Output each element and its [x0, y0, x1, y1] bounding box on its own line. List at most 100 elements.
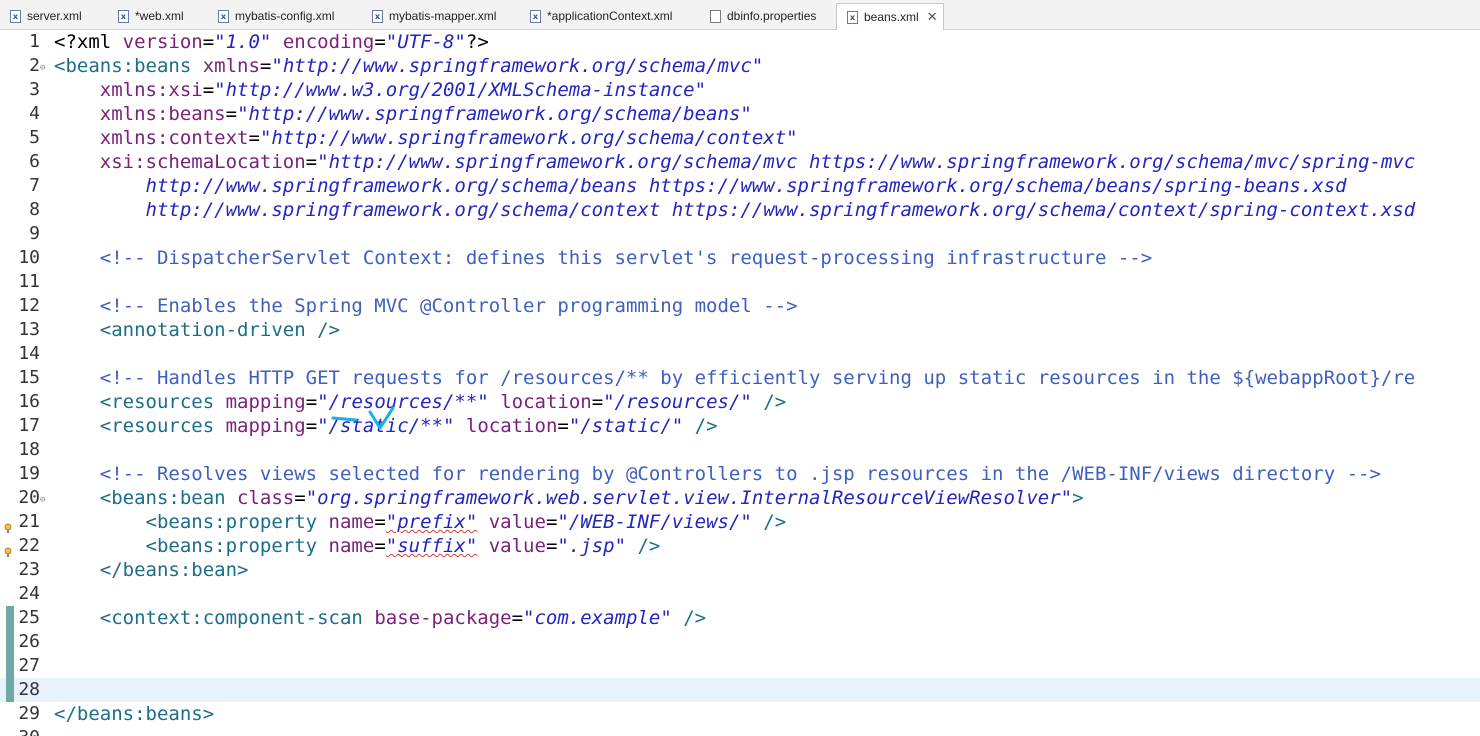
- xml-file-icon: x: [218, 9, 229, 23]
- code-line[interactable]: 2 ⊖ <beans:beans xmlns="http://www.springf…: [0, 54, 1480, 78]
- lightbulb-warning-icon[interactable]: [4, 539, 12, 557]
- line-number: 3: [29, 79, 40, 100]
- code-text: </beans:beans>: [54, 703, 215, 725]
- code-text: <!-- Resolves views selected for renderi…: [99, 463, 1381, 485]
- tab-label: beans.xml: [864, 10, 919, 24]
- code-line[interactable]: 11: [0, 270, 1480, 294]
- lightbulb-warning-icon[interactable]: [4, 515, 12, 533]
- tab-server-xml[interactable]: x server.xml: [0, 3, 108, 29]
- tab-label: mybatis-mapper.xml: [389, 9, 497, 23]
- line-number: 19: [18, 463, 40, 484]
- code-line[interactable]: 16 <resources mapping="/resources/**" lo…: [0, 390, 1480, 414]
- tab-label: dbinfo.properties: [727, 9, 817, 23]
- code-line[interactable]: 19 <!-- Resolves views selected for rend…: [0, 462, 1480, 486]
- line-number: 23: [18, 559, 40, 580]
- tab-label: *web.xml: [135, 9, 184, 23]
- line-number: 29: [18, 703, 40, 724]
- tab-applicationcontext-xml[interactable]: x *applicationContext.xml: [520, 3, 700, 29]
- code-text: http://www.springframework.org/schema/be…: [54, 175, 1347, 197]
- code-line[interactable]: 29 </beans:beans>: [0, 702, 1480, 726]
- code-editor[interactable]: 1 <?xml version="1.0" encoding="UTF-8"?> 2…: [0, 30, 1480, 736]
- code-text: <context:component-scan base-package="co…: [99, 607, 707, 629]
- fold-collapse-icon[interactable]: ⊖: [40, 488, 45, 512]
- code-line[interactable]: 20 ⊖ <beans:bean class="org.springframewo…: [0, 486, 1480, 510]
- code-line[interactable]: 3 xmlns:xsi="http://www.w3.org/2001/XMLS…: [0, 78, 1480, 102]
- code-text: http://www.springframework.org/schema/co…: [54, 199, 1416, 221]
- code-line[interactable]: 7 http://www.springframework.org/schema/…: [0, 174, 1480, 198]
- code-text: <beans:property name="prefix" value="/WE…: [145, 511, 787, 533]
- xml-file-icon: x: [118, 9, 129, 23]
- code-text: <beans:beans xmlns="http://www.springfra…: [54, 55, 764, 77]
- spring-xml-file-icon: x: [847, 10, 858, 24]
- code-text: xsi:schemaLocation="http://www.springfra…: [99, 151, 1416, 173]
- code-line[interactable]: 25 <context:component-scan base-package=…: [0, 606, 1480, 630]
- line-number: 20: [18, 487, 40, 508]
- line-number: 15: [18, 367, 40, 388]
- line-number: 9: [29, 223, 40, 244]
- line-number: 7: [29, 175, 40, 196]
- tab-label: mybatis-config.xml: [235, 9, 335, 23]
- code-text: <!-- Enables the Spring MVC @Controller …: [99, 295, 798, 317]
- line-number: 4: [29, 103, 40, 124]
- code-text: <!-- Handles HTTP GET requests for /reso…: [99, 367, 1416, 389]
- line-number: 18: [18, 439, 40, 460]
- tab-label: *applicationContext.xml: [547, 9, 673, 23]
- code-text: <annotation-driven />: [99, 319, 340, 341]
- tab-dbinfo-properties[interactable]: dbinfo.properties: [700, 3, 836, 29]
- tab-mybatis-mapper-xml[interactable]: x mybatis-mapper.xml: [362, 3, 520, 29]
- line-number: 5: [29, 127, 40, 148]
- properties-file-icon: [710, 9, 721, 23]
- close-tab-icon[interactable]: ✕: [927, 9, 938, 25]
- code-line[interactable]: 28: [0, 678, 1480, 702]
- code-text: <beans:bean class="org.springframework.w…: [99, 487, 1084, 509]
- code-line[interactable]: 6 xsi:schemaLocation="http://www.springf…: [0, 150, 1480, 174]
- fold-collapse-icon[interactable]: ⊖: [40, 56, 45, 80]
- code-text: xmlns:xsi="http://www.w3.org/2001/XMLSch…: [99, 79, 707, 101]
- line-number: 30: [0, 726, 40, 736]
- tab-beans-xml[interactable]: x beans.xml ✕: [836, 3, 944, 30]
- code-text: xmlns:context="http://www.springframewor…: [99, 127, 798, 149]
- code-line[interactable]: 13 <annotation-driven />: [0, 318, 1480, 342]
- line-number: 10: [18, 247, 40, 268]
- code-line[interactable]: 4 xmlns:beans="http://www.springframewor…: [0, 102, 1480, 126]
- code-line[interactable]: 26: [0, 630, 1480, 654]
- code-line[interactable]: 5 xmlns:context="http://www.springframew…: [0, 126, 1480, 150]
- editor-tab-bar: x server.xml x *web.xml x mybatis-config.xml x…: [0, 0, 1480, 30]
- code-line[interactable]: 10 <!-- DispatcherServlet Context: defin…: [0, 246, 1480, 270]
- code-line[interactable]: 15 <!-- Handles HTTP GET requests for /r…: [0, 366, 1480, 390]
- spring-xml-file-icon: x: [530, 9, 541, 23]
- line-number: 1: [29, 31, 40, 52]
- line-number: 11: [18, 271, 40, 292]
- change-indicator-bar: [6, 606, 14, 702]
- line-number: 17: [18, 415, 40, 436]
- code-line[interactable]: 27: [0, 654, 1480, 678]
- code-text: <beans:property name="suffix" value=".js…: [145, 535, 661, 557]
- line-number: 24: [18, 583, 40, 604]
- code-line[interactable]: 18: [0, 438, 1480, 462]
- code-line[interactable]: 21 <beans:property name="prefix" value="…: [0, 510, 1480, 534]
- line-number: 13: [18, 319, 40, 340]
- code-line[interactable]: 24: [0, 582, 1480, 606]
- line-number: 14: [18, 343, 40, 364]
- line-number: 2: [29, 55, 40, 76]
- code-line[interactable]: 22 <beans:property name="suffix" value="…: [0, 534, 1480, 558]
- code-line[interactable]: 9: [0, 222, 1480, 246]
- line-number: 16: [18, 391, 40, 412]
- xml-file-icon: x: [372, 9, 383, 23]
- line-number: 6: [29, 151, 40, 172]
- tab-mybatis-config-xml[interactable]: x mybatis-config.xml: [208, 3, 362, 29]
- line-number: 8: [29, 199, 40, 220]
- code-line[interactable]: 8 http://www.springframework.org/schema/…: [0, 198, 1480, 222]
- code-text: <resources mapping="/resources/**" locat…: [99, 391, 787, 413]
- tab-label: server.xml: [27, 9, 82, 23]
- code-text: <?xml version="1.0" encoding="UTF-8"?>: [54, 31, 489, 53]
- code-text: <!-- DispatcherServlet Context: defines …: [99, 247, 1153, 269]
- code-line[interactable]: 14: [0, 342, 1480, 366]
- code-line[interactable]: 23 </beans:bean>: [0, 558, 1480, 582]
- code-line[interactable]: 30: [0, 726, 1480, 736]
- code-text: xmlns:beans="http://www.springframework.…: [99, 103, 752, 125]
- code-line[interactable]: 12 <!-- Enables the Spring MVC @Controll…: [0, 294, 1480, 318]
- tab-web-xml[interactable]: x *web.xml: [108, 3, 208, 29]
- code-line[interactable]: 1 <?xml version="1.0" encoding="UTF-8"?>: [0, 30, 1480, 54]
- code-line[interactable]: 17 <resources mapping="/static/**" locat…: [0, 414, 1480, 438]
